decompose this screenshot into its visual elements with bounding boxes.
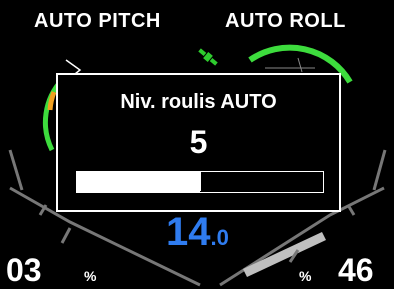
popup-title: Niv. roulis AUTO [120,91,277,113]
center-readout-integer: 14 [166,210,211,254]
popup-value: 5 [189,124,208,160]
roll-level-slider-midmark [200,171,201,191]
roll-level-slider[interactable] [76,171,324,193]
left-gauge-warn [47,91,57,111]
flight-display: AUTO PITCH AUTO ROLL 14.0 03 % % 46 Niv.… [0,0,394,289]
roll-level-slider-fill [77,172,200,192]
right-gauge-unit: % [299,268,312,284]
right-bottom-bar [243,232,326,277]
satellite-icon [198,48,218,66]
auto-pitch-label: AUTO PITCH [34,10,161,32]
center-readout-decimal: .0 [210,225,229,250]
right-gauge-value: 46 [338,252,374,288]
center-readout: 14.0 [166,210,229,254]
left-gauge-unit: % [84,268,97,284]
left-gauge-value: 03 [6,252,42,288]
roll-level-popup: Niv. roulis AUTO 5 [56,73,341,212]
auto-roll-label: AUTO ROLL [225,10,346,32]
